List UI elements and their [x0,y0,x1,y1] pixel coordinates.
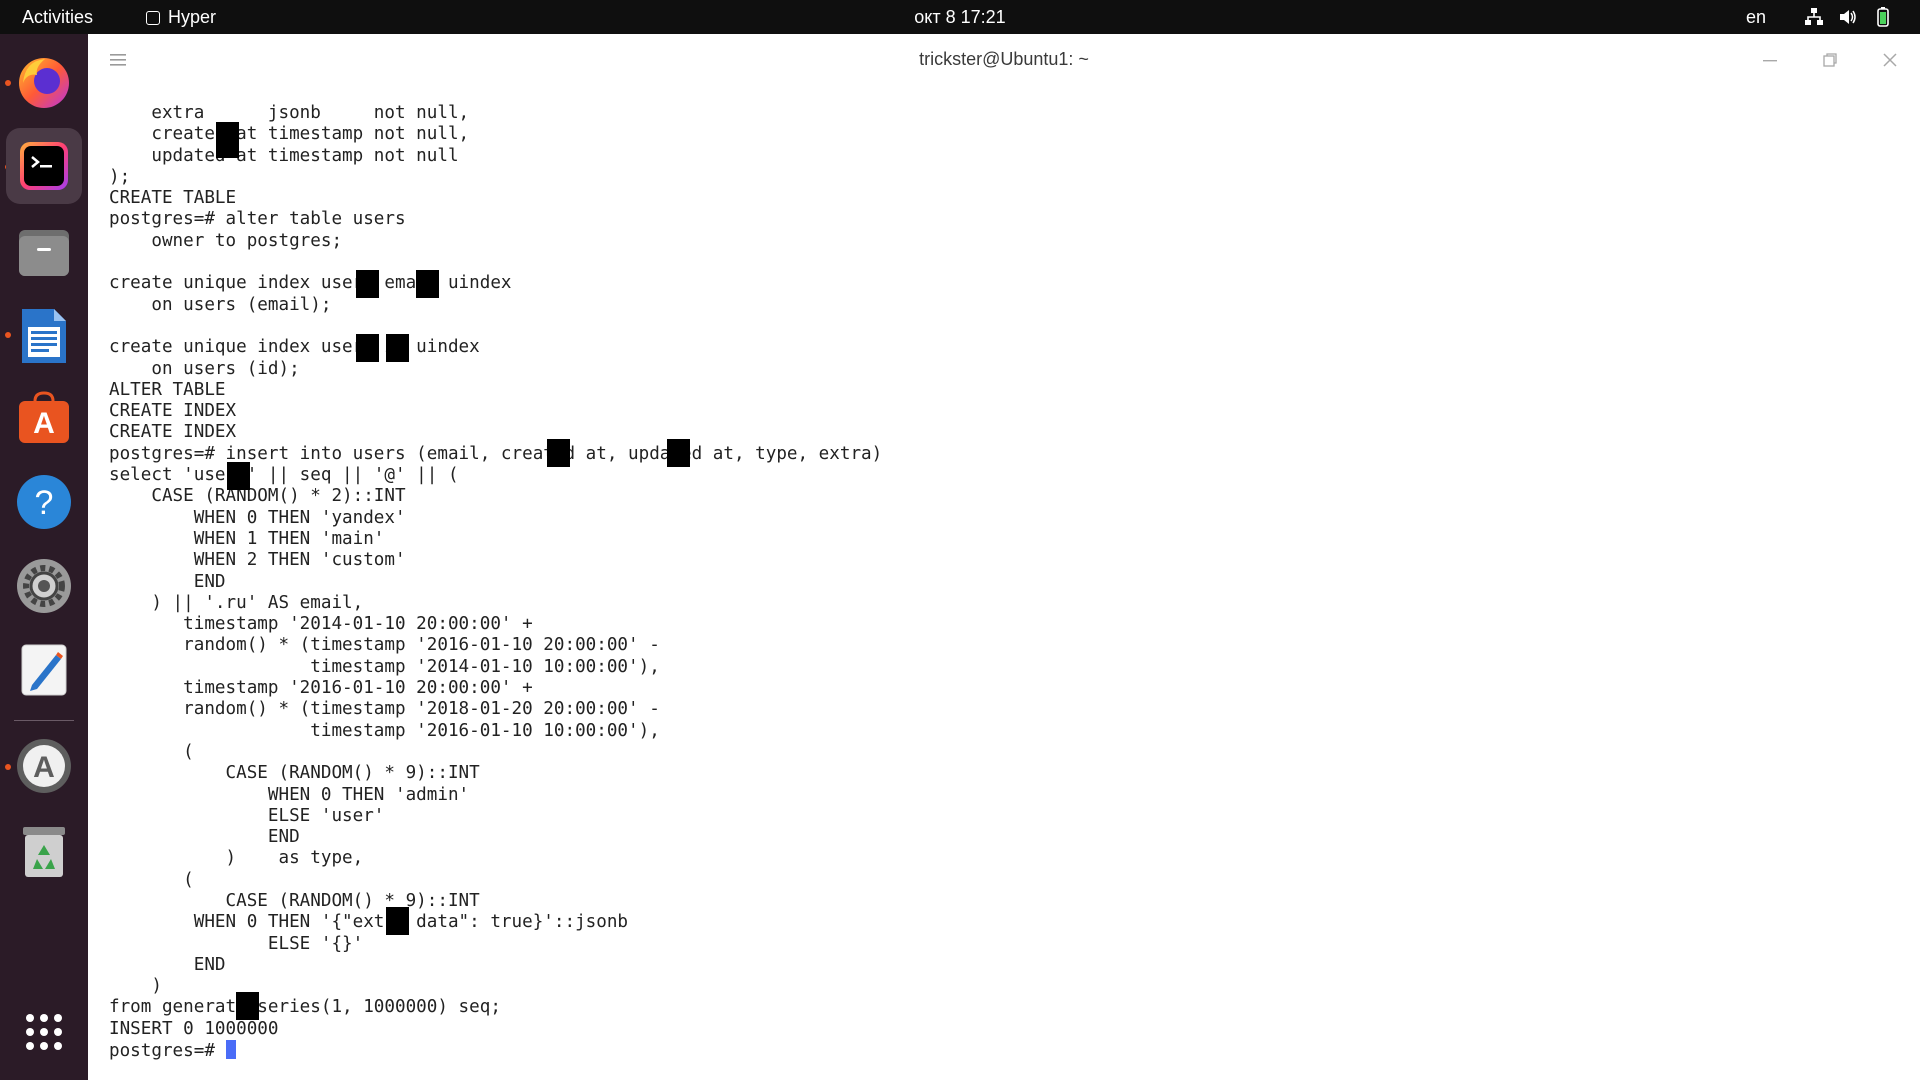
terminal-line: ELSE 'user' [109,805,385,826]
hyper-app-icon [146,10,160,25]
terminal-line: select 'user ' || seq || '@' || ( [109,465,459,486]
redaction-block [386,334,409,362]
terminal-line: CASE (RANDOM() * 9)::INT [109,890,480,911]
writer-icon [22,309,66,363]
clock-container: окт 8 17:21 [0,7,1920,28]
dock-separator [14,720,74,721]
terminal-line: random() * (timestamp '2018-01-20 20:00:… [109,699,660,720]
dock: A ? A [0,34,88,1080]
svg-text:A: A [33,407,55,440]
redaction-block [416,270,439,298]
svg-text:?: ? [35,484,54,522]
terminal-line: random() * (timestamp '2016-01-10 20:00:… [109,635,660,656]
redaction-block [227,462,250,490]
terminal-line: INSERT 0 1000000 [109,1018,279,1039]
dock-item-trash[interactable] [6,814,82,890]
dock-item-hyper-terminal[interactable] [6,128,82,204]
dock-item-help[interactable]: ? [6,464,82,540]
redaction-block [547,439,570,467]
terminal-line: WHEN 0 THEN 'yandex' [109,507,406,528]
apps-grid-icon [26,1014,62,1050]
network-icon [1805,8,1823,25]
terminal-line: ( [109,741,194,762]
terminal-line: ) || '.ru' AS email, [109,592,364,613]
terminal-line: owner to postgres; [109,230,343,251]
terminal-line: ); [109,166,131,187]
dock-item-show-applications[interactable] [6,994,82,1070]
terminal-line: postgres=# alter table users [109,209,406,230]
dock-item-text-editor[interactable] [6,632,82,708]
terminal-line: timestamp '2016-01-10 20:00:00' + [109,678,533,699]
redaction-block [386,907,409,935]
terminal-line: postgres=# insert into users (email, cre… [109,443,883,464]
terminal-line: ALTER TABLE [109,379,226,400]
files-icon [19,230,69,276]
terminal-icon [20,142,68,190]
window-titlebar[interactable]: trickster@Ubuntu1: ~ [88,34,1920,86]
updater-icon: A [17,739,71,793]
svg-text:A: A [33,751,55,784]
restore-icon[interactable] [1820,50,1840,70]
terminal-line: create unique index users email uindex [109,273,512,294]
window-title: trickster@Ubuntu1: ~ [919,49,1089,69]
firefox-icon [19,58,69,108]
terminal-line: ELSE '{}' [109,933,364,954]
settings-icon [17,559,71,613]
minimize-icon[interactable] [1760,50,1780,70]
redaction-block [356,270,379,298]
text-cursor [225,1040,236,1060]
terminal-line: postgres=# [109,1040,882,1061]
terminal-line: CASE (RANDOM() * 9)::INT [109,763,480,784]
terminal-window: trickster@Ubuntu1: ~ extra jsonb not nul… [88,34,1920,1080]
language-indicator[interactable]: en [1746,7,1766,28]
terminal-line: timestamp '2014-01-10 10:00:00'), [109,656,660,677]
redaction-block [356,334,379,362]
clock[interactable]: окт 8 17:21 [914,7,1005,27]
battery-icon [1877,7,1889,27]
top-bar: Activities Hyper окт 8 17:21 en [0,0,1920,34]
terminal-line: from generate series(1, 1000000) seq; [109,997,501,1018]
terminal-line: timestamp '2014-01-10 20:00:00' + [109,614,533,635]
terminal-line: CASE (RANDOM() * 2)::INT [109,486,406,507]
terminal-line: END [109,954,226,975]
terminal-line: create unique index users id uindex [109,337,480,358]
terminal-line: END [109,571,226,592]
terminal-line: ( [109,869,194,890]
dock-item-firefox[interactable] [6,44,82,120]
terminal-line: WHEN 0 THEN 'admin' [109,784,470,805]
terminal-line: ) as type, [109,848,364,869]
terminal-line: timestamp '2016-01-10 10:00:00'), [109,720,660,741]
close-icon[interactable] [1880,50,1900,70]
dock-item-software-updater[interactable]: A [6,728,82,804]
app-name: Hyper [168,7,217,27]
terminal-line: on users (email); [109,294,332,315]
dock-item-ubuntu-software[interactable]: A [6,380,82,456]
text-editor-icon [21,644,67,696]
redaction-block [216,122,239,158]
terminal-line: on users (id); [109,358,300,379]
terminal-line: ) [109,976,162,997]
software-icon: A [19,391,69,443]
trash-icon [23,827,65,877]
terminal-line: CREATE TABLE [109,188,237,209]
app-menu[interactable]: Hyper [146,7,216,28]
terminal-line: WHEN 2 THEN 'custom' [109,550,406,571]
terminal-line: WHEN 0 THEN '{"extra data": true}'::json… [109,912,629,933]
dock-item-libreoffice-writer[interactable] [6,298,82,374]
dock-item-files[interactable] [6,214,82,290]
dock-item-settings[interactable] [6,548,82,624]
activities-button[interactable]: Activities [22,7,93,28]
terminal-line: CREATE INDEX [109,401,237,422]
system-menu[interactable] [1804,6,1894,28]
redaction-block [236,992,259,1020]
help-icon: ? [17,475,71,529]
terminal-line: END [109,827,300,848]
terminal-line: CREATE INDEX [109,422,237,443]
terminal-line: WHEN 1 THEN 'main' [109,528,385,549]
terminal-output[interactable]: extra jsonb not null, created at timesta… [109,103,882,1061]
redaction-block [667,439,690,467]
volume-icon [1840,10,1856,24]
